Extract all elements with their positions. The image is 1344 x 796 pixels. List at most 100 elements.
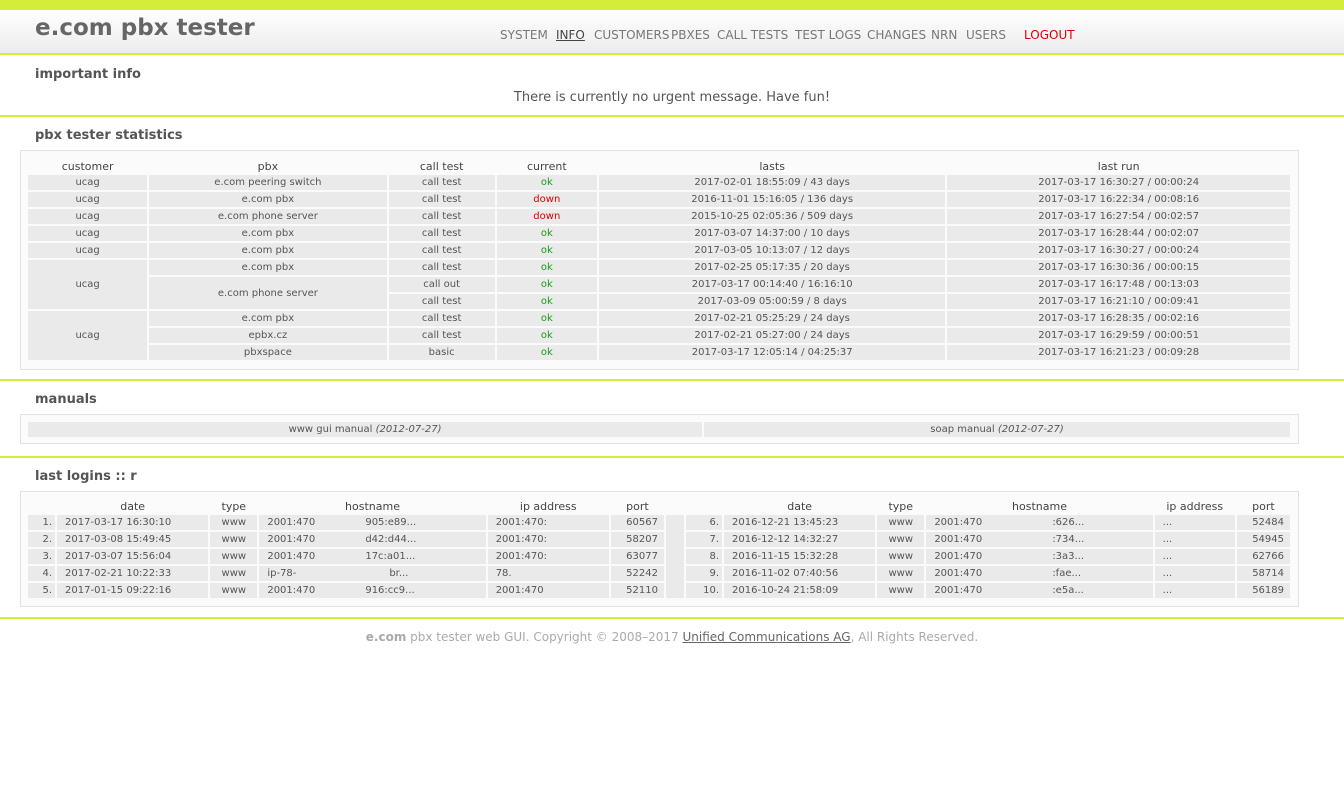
table-row: 5. 2017-01-15 09:22:16 www 2001:470 916:c…: [28, 583, 1290, 598]
login-port: 56189: [1236, 583, 1290, 598]
test-cell[interactable]: call test: [388, 226, 495, 241]
login-num: 6.: [685, 515, 723, 530]
customer-cell[interactable]: ucag: [28, 226, 148, 241]
pbx-cell[interactable]: e.com pbx: [149, 226, 387, 241]
pbx-cell[interactable]: e.com pbx: [149, 311, 387, 326]
stats-header-lasts: lasts: [759, 159, 785, 173]
login-ip: ...: [1154, 532, 1235, 547]
host-prefix: ip-78-: [267, 568, 297, 579]
customer-cell[interactable]: ucag: [28, 260, 148, 309]
pbx-cell[interactable]: e.com peering switch: [149, 175, 387, 190]
last-run-cell: 2017-03-17 16:30:36 / 00:00:15: [947, 260, 1290, 275]
nav-test-logs[interactable]: TEST LOGS: [795, 28, 861, 42]
manual-www-gui[interactable]: www gui manual (2012-07-27): [28, 422, 703, 437]
pbx-cell[interactable]: e.com pbx: [149, 243, 387, 258]
login-header-gap: [666, 499, 684, 513]
host-prefix: 2001:470: [267, 534, 316, 545]
nav-pbxes[interactable]: PBXES: [671, 28, 710, 42]
login-hostname: 2001:470 d42:d44...: [259, 532, 486, 547]
app-logo[interactable]: e.com pbx tester: [35, 15, 255, 41]
login-port: 62766: [1236, 549, 1290, 564]
customer-cell[interactable]: ucag: [28, 209, 148, 224]
host-prefix: 2001:470: [934, 551, 983, 562]
login-type: www: [877, 532, 925, 547]
nav-users[interactable]: USERS: [966, 28, 1006, 42]
logout-link[interactable]: LOGOUT: [1024, 28, 1075, 42]
test-cell[interactable]: call test: [388, 294, 495, 309]
pbx-cell[interactable]: epbx.cz: [149, 328, 387, 343]
lasts-cell: 2017-03-07 14:37:00 / 10 days: [598, 226, 946, 241]
customer-cell[interactable]: ucag: [28, 175, 148, 190]
last-run-cell: 2017-03-17 16:27:54 / 00:02:57: [947, 209, 1290, 224]
host-suffix: br...: [389, 568, 409, 579]
login-ip: 78.: [487, 566, 609, 581]
pbx-cell[interactable]: e.com pbx: [149, 192, 387, 207]
nav-info[interactable]: INFO: [556, 28, 585, 42]
stats-header-current: current: [526, 159, 567, 173]
login-header-type: type: [888, 499, 914, 513]
table-row: 4. 2017-02-21 10:22:33 www ip-78- br... 7…: [28, 566, 1290, 581]
test-cell[interactable]: call test: [388, 260, 495, 275]
last-run-cell: 2017-03-17 16:21:10 / 00:09:41: [947, 294, 1290, 309]
login-num: 1.: [28, 515, 56, 530]
customer-cell[interactable]: ucag: [28, 311, 148, 360]
lasts-cell: 2017-03-09 05:00:59 / 8 days: [598, 294, 946, 309]
login-type: www: [210, 583, 258, 598]
nav-call-tests[interactable]: CALL TESTS: [717, 28, 788, 42]
login-hostname: 2001:470 17c:a01...: [259, 549, 486, 564]
test-cell[interactable]: call test: [388, 328, 495, 343]
login-type: www: [210, 549, 258, 564]
login-date: 2016-11-02 07:40:56: [724, 566, 876, 581]
pbx-cell[interactable]: e.com phone server: [149, 277, 387, 309]
host-suffix: 916:cc9...: [365, 585, 415, 596]
status-cell: ok: [496, 328, 597, 343]
manual-link[interactable]: www gui manual: [289, 424, 373, 435]
table-row: ucag e.com pbx call test down 2016-11-01…: [28, 192, 1290, 207]
customer-cell[interactable]: ucag: [28, 192, 148, 207]
host-suffix: :734...: [1052, 534, 1085, 545]
test-cell[interactable]: call test: [388, 311, 495, 326]
test-cell[interactable]: basic: [388, 345, 495, 360]
login-port: 52242: [610, 566, 664, 581]
login-num: 8.: [685, 549, 723, 564]
customer-cell[interactable]: ucag: [28, 243, 148, 258]
test-cell[interactable]: call test: [388, 175, 495, 190]
section-divider: [0, 617, 1344, 619]
nav-nrn[interactable]: NRN: [931, 28, 957, 42]
lasts-cell: 2017-02-25 05:17:35 / 20 days: [598, 260, 946, 275]
host-prefix: 2001:470: [267, 517, 316, 528]
table-row: ucag e.com phone server call test down 2…: [28, 209, 1290, 224]
status-cell: down: [496, 192, 597, 207]
test-cell[interactable]: call test: [388, 192, 495, 207]
test-cell[interactable]: call test: [388, 209, 495, 224]
manuals-title: manuals: [35, 392, 97, 407]
test-cell[interactable]: call test: [388, 243, 495, 258]
section-divider: [0, 115, 1344, 117]
status-cell: ok: [496, 260, 597, 275]
login-header-port: port: [1252, 499, 1275, 513]
company-link[interactable]: Unified Communications AG: [683, 630, 851, 644]
login-header-ip: ip address: [1166, 499, 1224, 513]
login-hostname: 2001:470:734...: [926, 532, 1153, 547]
login-header-port: port: [626, 499, 649, 513]
status-cell: down: [496, 209, 597, 224]
login-date: 2017-03-08 15:49:45: [57, 532, 209, 547]
table-row: pbxspace basic ok 2017-03-17 12:05:14 / …: [28, 345, 1290, 360]
nav-customers[interactable]: CUSTOMERS: [594, 28, 669, 42]
pbx-cell[interactable]: pbxspace: [149, 345, 387, 360]
test-cell[interactable]: call out: [388, 277, 495, 292]
stats-table: customer pbx call test current lasts las…: [26, 157, 1292, 362]
pbx-cell[interactable]: e.com pbx: [149, 260, 387, 275]
nav-system[interactable]: SYSTEM: [500, 28, 548, 42]
nav-changes[interactable]: CHANGES: [867, 28, 926, 42]
status-cell: ok: [496, 294, 597, 309]
status-cell: ok: [496, 311, 597, 326]
footer-text: pbx tester web GUI. Copyright © 2008–201…: [406, 630, 683, 644]
stats-header-customer: customer: [61, 159, 114, 173]
stats-title: pbx tester statistics: [35, 128, 183, 143]
last-run-cell: 2017-03-17 16:28:44 / 00:02:07: [947, 226, 1290, 241]
pbx-cell[interactable]: e.com phone server: [149, 209, 387, 224]
login-port: 58714: [1236, 566, 1290, 581]
manual-soap[interactable]: soap manual (2012-07-27): [704, 422, 1290, 437]
manual-link[interactable]: soap manual: [930, 424, 994, 435]
